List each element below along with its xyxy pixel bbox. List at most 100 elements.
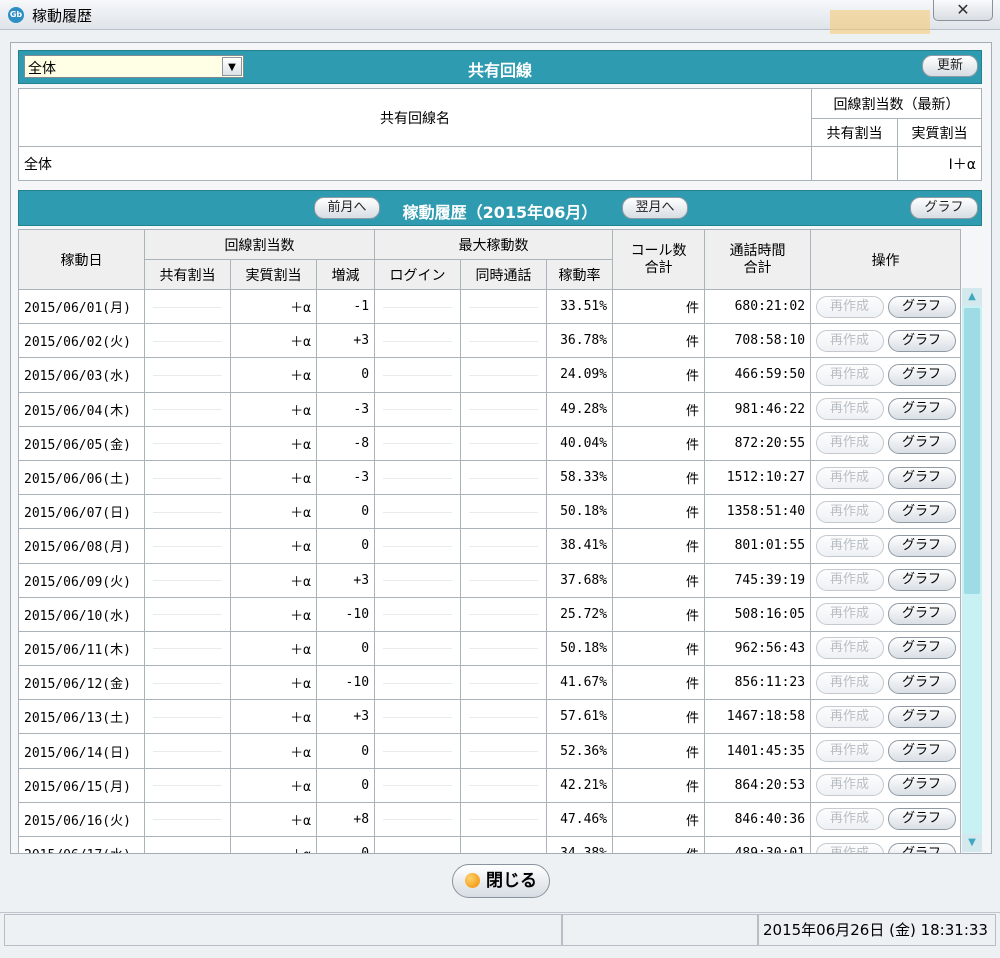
history-table: 稼動日 回線割当数 最大稼動数 コール数 合計 通話時間 合計 操作 共有割当 … xyxy=(18,229,962,853)
col-change: 増減 xyxy=(315,259,376,290)
cell-call-total: 件 xyxy=(612,288,706,325)
cell-call-total: 件 xyxy=(612,767,706,803)
row-graph-button[interactable]: グラフ xyxy=(887,842,956,853)
cell-date: 2015/06/05(金) xyxy=(18,425,145,461)
cell-talk-total: 872:20:55 xyxy=(704,425,812,461)
cell-call-total: 件 xyxy=(612,528,706,564)
remake-button[interactable]: 再作成 xyxy=(815,295,884,318)
cell-operations: 再作成グラフ xyxy=(810,494,962,530)
cell-operations: 再作成グラフ xyxy=(810,665,962,701)
remake-button[interactable]: 再作成 xyxy=(815,534,884,557)
remake-button[interactable]: 再作成 xyxy=(815,432,884,455)
cell-actual-alloc: ＋α xyxy=(230,391,317,427)
row-graph-button[interactable]: グラフ xyxy=(887,808,956,831)
close-button[interactable]: 閉じる xyxy=(452,864,550,898)
remake-button[interactable]: 再作成 xyxy=(815,671,884,694)
remake-button[interactable]: 再作成 xyxy=(815,842,884,853)
remake-button[interactable]: 再作成 xyxy=(815,398,884,421)
row-graph-button[interactable]: グラフ xyxy=(887,398,956,421)
graph-button[interactable]: グラフ xyxy=(910,197,978,219)
cell-rate: 47.46% xyxy=(546,801,614,838)
cell-operations: 再作成グラフ xyxy=(810,425,962,461)
row-graph-button[interactable]: グラフ xyxy=(887,774,956,797)
row-graph-button[interactable]: グラフ xyxy=(887,363,956,386)
row-graph-button[interactable]: グラフ xyxy=(887,569,956,592)
cell-rate: 41.67% xyxy=(546,665,614,701)
remake-button[interactable]: 再作成 xyxy=(815,808,884,831)
cell-date: 2015/06/06(土) xyxy=(18,459,145,496)
remake-button[interactable]: 再作成 xyxy=(815,603,884,626)
col-alloc-latest: 回線割当数（最新） xyxy=(811,88,982,119)
cell-change: 0 xyxy=(315,494,376,530)
cell-change: +8 xyxy=(315,801,376,838)
history-row: 2015/06/13(土) ＋α +3 57.61% 件 1467:18:58 再作成 グラフ xyxy=(18,699,962,735)
cell-login xyxy=(374,528,462,564)
cell-shared-alloc xyxy=(144,357,231,393)
cell-concurrent xyxy=(460,425,548,461)
remake-button[interactable]: 再作成 xyxy=(815,705,884,728)
scroll-up-icon[interactable]: ▲ xyxy=(962,288,982,306)
row-graph-button[interactable]: グラフ xyxy=(887,466,956,489)
cell-change: +3 xyxy=(315,323,376,359)
cell-operations: 再作成グラフ xyxy=(810,733,962,769)
row-graph-button[interactable]: グラフ xyxy=(887,534,956,557)
row-graph-button[interactable]: グラフ xyxy=(887,329,956,352)
row-graph-button[interactable]: グラフ xyxy=(887,705,956,728)
cell-shared-alloc xyxy=(144,801,231,838)
cell-call-total: 件 xyxy=(612,357,706,393)
cell-date: 2015/06/01(月) xyxy=(18,288,145,325)
cell-change: +3 xyxy=(315,699,376,735)
next-month-button[interactable]: 翌月へ xyxy=(622,197,688,219)
cell-rate: 58.33% xyxy=(546,459,614,496)
col-max-group: 最大稼動数 xyxy=(374,229,614,260)
row-graph-button[interactable]: グラフ xyxy=(887,671,956,694)
status-segment-1 xyxy=(4,914,562,946)
cell-shared-alloc xyxy=(144,767,231,803)
window-close-button[interactable]: ✕ xyxy=(933,0,993,21)
remake-button[interactable]: 再作成 xyxy=(815,363,884,386)
cell-concurrent xyxy=(460,528,548,564)
row-graph-button[interactable]: グラフ xyxy=(887,740,956,763)
cell-talk-total: 1401:45:35 xyxy=(704,733,812,769)
chevron-down-icon[interactable]: ▼ xyxy=(222,57,242,76)
cell-operations: 再作成グラフ xyxy=(810,596,962,632)
remake-button[interactable]: 再作成 xyxy=(815,569,884,592)
remake-button[interactable]: 再作成 xyxy=(815,500,884,523)
row-graph-button[interactable]: グラフ xyxy=(887,603,956,626)
cell-actual-alloc: ＋α xyxy=(230,323,317,359)
row-graph-button[interactable]: グラフ xyxy=(887,637,956,660)
cell-rate: 57.61% xyxy=(546,699,614,735)
shared-line-select[interactable]: 全体 ▼ xyxy=(24,55,244,78)
cell-talk-total: 1358:51:40 xyxy=(704,494,812,530)
cell-login xyxy=(374,323,462,359)
remake-button[interactable]: 再作成 xyxy=(815,774,884,797)
refresh-button[interactable]: 更新 xyxy=(922,55,978,77)
col-call-total: コール数 合計 xyxy=(612,229,706,290)
prev-month-button[interactable]: 前月へ xyxy=(314,197,380,219)
remake-button[interactable]: 再作成 xyxy=(815,466,884,489)
cell-shared-alloc xyxy=(144,528,231,564)
cell-shared-alloc xyxy=(144,425,231,461)
cell-login xyxy=(374,665,462,701)
col-rate: 稼動率 xyxy=(546,259,614,290)
history-row: 2015/06/05(金) ＋α -8 40.04% 件 872:20:55 再作成 グラフ xyxy=(18,425,962,461)
scrollbar-thumb[interactable] xyxy=(964,308,980,594)
row-graph-button[interactable]: グラフ xyxy=(887,295,956,318)
cell-date: 2015/06/09(火) xyxy=(18,562,145,598)
remake-button[interactable]: 再作成 xyxy=(815,740,884,763)
cell-shared-alloc xyxy=(144,835,231,853)
cell-date: 2015/06/11(木) xyxy=(18,630,145,667)
cell-actual-alloc: ＋α xyxy=(230,699,317,735)
remake-button[interactable]: 再作成 xyxy=(815,329,884,352)
history-row: 2015/06/11(木) ＋α 0 50.18% 件 962:56:43 再作成 グラフ xyxy=(18,630,962,667)
shared-row-actual: I＋α xyxy=(897,146,982,181)
scroll-down-icon[interactable]: ▼ xyxy=(962,834,982,852)
cell-shared-alloc xyxy=(144,288,231,325)
cell-date: 2015/06/08(月) xyxy=(18,528,145,564)
history-row: 2015/06/17(水) ＋α0 34.38%件489:30:01再作成グラフ xyxy=(18,835,962,853)
row-graph-button[interactable]: グラフ xyxy=(887,432,956,455)
history-row: 2015/06/07(日) ＋α 0 50.18% 件 1358:51:40 再作成 グラフ xyxy=(18,494,962,530)
remake-button[interactable]: 再作成 xyxy=(815,637,884,660)
cell-operations: 再作成グラフ xyxy=(810,459,962,496)
row-graph-button[interactable]: グラフ xyxy=(887,500,956,523)
